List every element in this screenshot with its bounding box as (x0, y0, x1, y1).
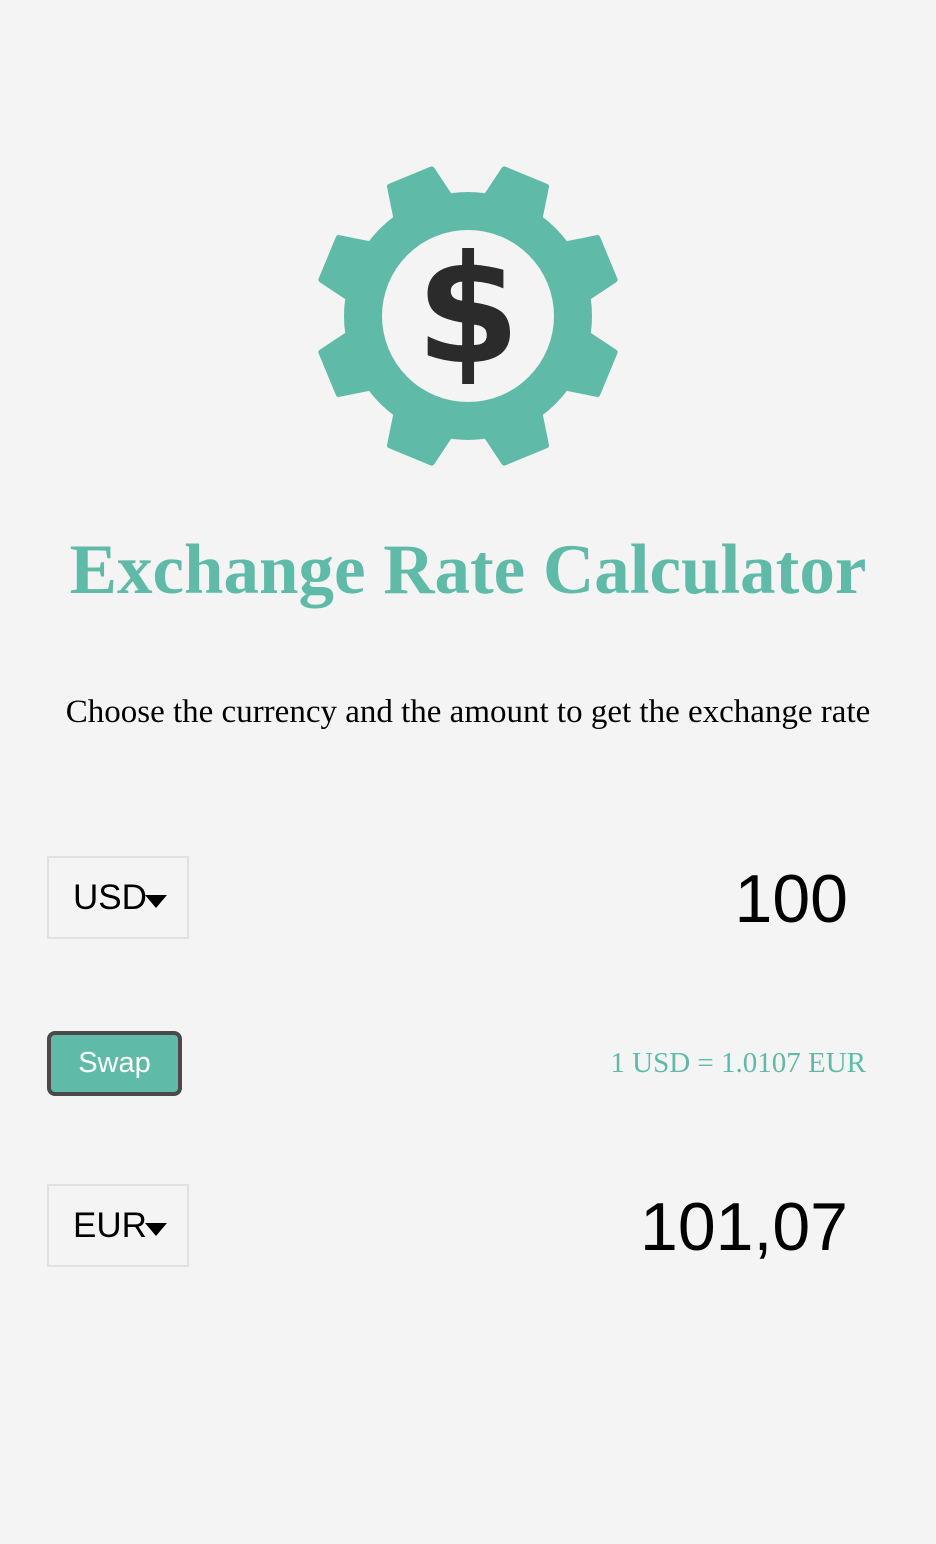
dollar-icon: $ (416, 224, 520, 398)
currency-one-code: USD (73, 878, 147, 917)
chevron-down-icon (145, 895, 167, 908)
amount-one-input[interactable] (426, 858, 850, 940)
currency-two-code: EUR (73, 1206, 147, 1245)
exchange-rate-text: 1 USD = 1.0107 EUR (610, 1047, 866, 1079)
gear-dollar-icon: $ (318, 166, 618, 466)
amount-two-input[interactable] (426, 1186, 850, 1268)
page-title: Exchange Rate Calculator (69, 531, 867, 609)
currency-two-select[interactable]: EUR (47, 1184, 189, 1267)
chevron-down-icon (145, 1223, 167, 1236)
swap-button[interactable]: Swap (47, 1031, 182, 1096)
page-subtitle: Choose the currency and the amount to ge… (65, 694, 871, 730)
currency-one-select[interactable]: USD (47, 856, 189, 939)
